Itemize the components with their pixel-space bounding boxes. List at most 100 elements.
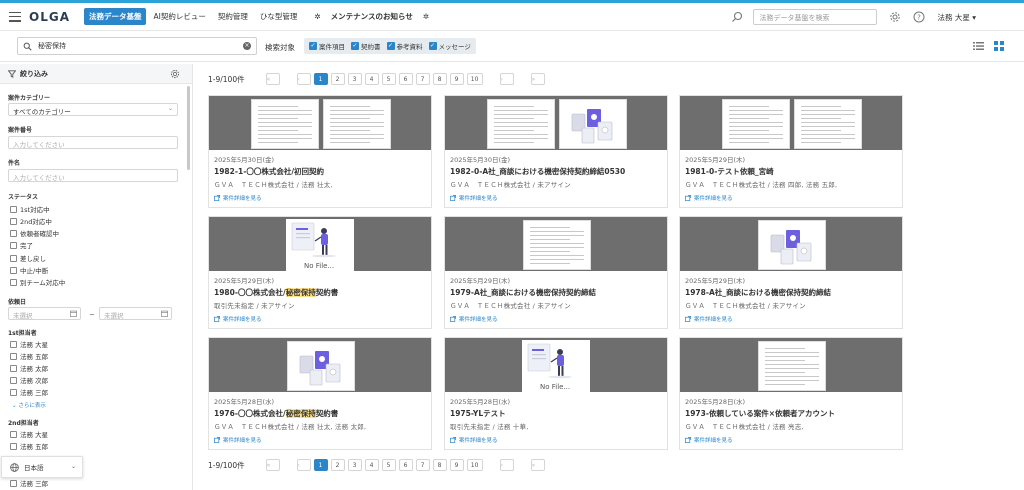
card-thumbnail[interactable] [680, 217, 902, 271]
case-card[interactable]: 2025年5月29日(木) 1979-A社_商談における機密保持契約締結 ＧＶＡ Ｔ… [444, 216, 668, 329]
last-page-button[interactable]: » [530, 459, 545, 471]
card-thumbnail[interactable]: No File... [209, 217, 431, 271]
card-title[interactable]: 1976-〇〇株式会社/秘密保持契約書 [214, 408, 426, 419]
case-card[interactable]: 2025年5月29日(木) 1981-0-テスト依頼_宮崎 ＧＶＡ ＴＥＣＨ株式会社… [679, 95, 903, 208]
app-logo[interactable]: OLGA [29, 10, 70, 24]
search-icon[interactable] [731, 11, 743, 23]
page-button[interactable]: 9 [449, 459, 464, 471]
date-to-input[interactable]: 未選択 [99, 307, 172, 320]
card-title[interactable]: 1982-1-〇〇株式会社/初回契約 [214, 166, 426, 177]
case-card[interactable]: 2025年5月28日(水) 1973-依頼している案件×依頼者アカウント ＧＶＡ Ｔ… [679, 337, 903, 450]
case-card[interactable]: 2025年5月28日(水) 1976-〇〇株式会社/秘密保持契約書 ＧＶＡ ＴＥＣＨ… [208, 337, 432, 450]
status-option[interactable]: 依頼者確認中 [10, 228, 59, 238]
page-button[interactable]: 7 [415, 73, 430, 85]
status-option[interactable]: 完了 [10, 240, 33, 250]
nav-legal-data[interactable]: 法務データ基盤 [83, 8, 147, 25]
card-title[interactable]: 1981-0-テスト依頼_宮崎 [685, 166, 897, 177]
page-button[interactable]: 2 [330, 73, 345, 85]
target-contracts[interactable]: ✓ 契約書 [351, 41, 381, 51]
prev-page-button[interactable]: ‹ [296, 73, 311, 85]
subject-input[interactable]: 入力してください [8, 169, 178, 182]
card-title[interactable]: 1979-A社_商談における機密保持契約締結 [450, 287, 662, 298]
keyword-search-input[interactable]: 秘密保持 × [17, 37, 257, 55]
language-selector[interactable]: 日本語 ⌄ [1, 456, 83, 478]
page-button[interactable]: 8 [432, 459, 447, 471]
page-button[interactable]: 6 [398, 73, 413, 85]
card-title[interactable]: 1980-〇〇株式会社/秘密保持契約書 [214, 287, 426, 298]
last-page-button[interactable]: » [530, 73, 545, 85]
gear-icon[interactable] [170, 69, 180, 79]
status-option[interactable]: 中止/中断 [10, 265, 48, 275]
card-title[interactable]: 1978-A社_商談における機密保持契約締結 [685, 287, 897, 298]
first-page-button[interactable]: « [265, 459, 280, 471]
case-number-input[interactable]: 入力してください [8, 136, 178, 149]
status-option[interactable]: 差し戻し [10, 253, 46, 263]
page-button[interactable]: 10 [466, 73, 483, 85]
first-assignee-option[interactable]: 法務 次郎 [10, 375, 48, 385]
sidebar-scrollbar[interactable] [187, 86, 190, 170]
card-thumbnail[interactable] [445, 217, 667, 271]
page-button[interactable]: 4 [364, 73, 379, 85]
settings-icon[interactable] [889, 11, 901, 23]
card-thumbnail[interactable] [209, 96, 431, 150]
case-card[interactable]: No File... 2025年5月29日(木) 1980-〇〇株式会社/秘密保持契… [208, 216, 432, 329]
category-select[interactable]: すべてのカテゴリー ⌄ [8, 103, 178, 116]
case-detail-link[interactable]: 案件詳細を見る [450, 315, 662, 323]
second-assignee-option[interactable]: 法務 三郎 [10, 478, 48, 488]
status-option[interactable]: 1st対応中 [10, 204, 50, 214]
page-button[interactable]: 1 [313, 459, 328, 471]
case-card[interactable]: 2025年5月29日(木) 1978-A社_商談における機密保持契約締結 ＧＶＡ Ｔ… [679, 216, 903, 329]
case-detail-link[interactable]: 案件詳細を見る [214, 315, 426, 323]
user-menu[interactable]: 法務 大星 ▾ [937, 12, 976, 23]
next-page-button[interactable]: › [499, 73, 514, 85]
first-assignee-option[interactable]: 法務 大星 [10, 339, 48, 349]
status-option[interactable]: 2nd対応中 [10, 216, 52, 226]
case-detail-link[interactable]: 案件詳細を見る [214, 194, 426, 202]
show-more-link[interactable]: ⌄ さらに表示 [12, 401, 46, 409]
first-assignee-option[interactable]: 法務 五郎 [10, 351, 48, 361]
page-button[interactable]: 9 [449, 73, 464, 85]
card-title[interactable]: 1982-0-A社_商談における機密保持契約締結0530 [450, 166, 662, 177]
page-button[interactable]: 1 [313, 73, 328, 85]
menu-icon[interactable] [9, 11, 21, 22]
card-title[interactable]: 1973-依頼している案件×依頼者アカウント [685, 408, 897, 419]
case-detail-link[interactable]: 案件詳細を見る [685, 315, 897, 323]
page-button[interactable]: 2 [330, 459, 345, 471]
case-detail-link[interactable]: 案件詳細を見る [685, 194, 897, 202]
card-thumbnail[interactable] [445, 96, 667, 150]
page-button[interactable]: 10 [466, 459, 483, 471]
next-page-button[interactable]: › [499, 459, 514, 471]
card-thumbnail[interactable] [680, 96, 902, 150]
target-case-items[interactable]: ✓ 案件項目 [309, 41, 345, 51]
page-button[interactable]: 3 [347, 73, 362, 85]
page-button[interactable]: 4 [364, 459, 379, 471]
page-button[interactable]: 5 [381, 73, 396, 85]
date-from-input[interactable]: 未選択 [8, 307, 81, 320]
first-assignee-option[interactable]: 法務 太郎 [10, 363, 48, 373]
card-thumbnail[interactable]: No File... [445, 338, 667, 392]
case-detail-link[interactable]: 案件詳細を見る [450, 194, 662, 202]
nav-contract-management[interactable]: 契約管理 [213, 8, 253, 25]
first-assignee-option[interactable]: 法務 三郎 [10, 387, 48, 397]
help-icon[interactable]: ? [913, 11, 925, 23]
nav-template-management[interactable]: ひな型管理 [255, 8, 303, 25]
page-button[interactable]: 7 [415, 459, 430, 471]
nav-ai-review[interactable]: AI契約レビュー [148, 8, 210, 25]
card-thumbnail[interactable] [680, 338, 902, 392]
case-detail-link[interactable]: 案件詳細を見る [450, 436, 662, 444]
case-card[interactable]: No File... 2025年5月28日(水) 1975-YLテスト 取引先未指定 … [444, 337, 668, 450]
case-detail-link[interactable]: 案件詳細を見る [685, 436, 897, 444]
page-button[interactable]: 3 [347, 459, 362, 471]
nav-maintenance-notice[interactable]: ✲ メンテナンスのお知らせ ✲ [304, 8, 439, 25]
second-assignee-option[interactable]: 法務 五郎 [10, 441, 48, 451]
prev-page-button[interactable]: ‹ [296, 459, 311, 471]
case-card[interactable]: 2025年5月30日(金) 1982-1-〇〇株式会社/初回契約 ＧＶＡ ＴＥＣＨ株… [208, 95, 432, 208]
target-messages[interactable]: ✓ メッセージ [428, 41, 471, 51]
target-references[interactable]: ✓ 参考資料 [386, 41, 423, 51]
card-title[interactable]: 1975-YLテスト [450, 408, 662, 419]
global-search-input[interactable]: 法務データ基盤を検索 [753, 9, 878, 25]
grid-view-icon[interactable] [994, 41, 1004, 51]
status-option[interactable]: 別チーム対応中 [10, 277, 65, 287]
case-detail-link[interactable]: 案件詳細を見る [214, 436, 426, 444]
list-view-icon[interactable] [973, 41, 984, 51]
